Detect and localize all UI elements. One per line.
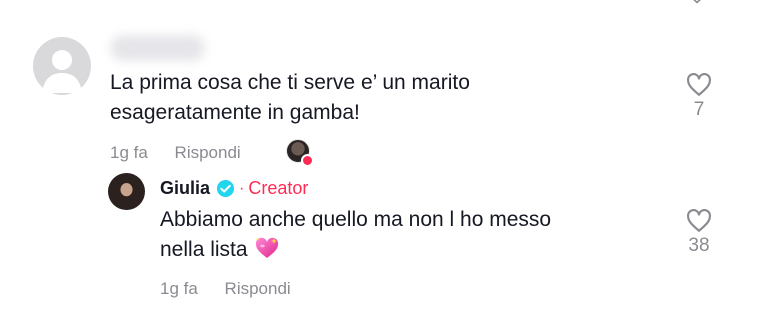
previous-like-icon[interactable] — [686, 0, 708, 4]
reply-text-line-content: nella lista — [160, 238, 248, 261]
reply-text: Abbiamo anche quello ma non l ho messo n… — [160, 205, 640, 265]
sparkling-heart-icon — [256, 237, 279, 258]
blurred-username — [110, 35, 205, 61]
comment-text: La prima cosa che ti serve e’ un marito … — [110, 68, 590, 128]
heart-outline-icon[interactable] — [686, 73, 712, 97]
reply-button[interactable]: Rispondi — [175, 143, 241, 162]
comment-like[interactable]: 7 — [679, 73, 719, 121]
verified-badge-icon — [216, 179, 235, 198]
previous-comment-remnant — [110, 0, 310, 4]
reply-timestamp: 1g fa — [160, 279, 198, 298]
reply-header: Giulia · Creator — [160, 178, 308, 199]
separator-dot: · — [239, 179, 245, 197]
mini-heart-icon — [301, 154, 314, 167]
reply-button[interactable]: Rispondi — [225, 279, 291, 298]
reply-username[interactable]: Giulia — [160, 178, 210, 199]
comment-meta: 1g fa Rispondi — [110, 143, 241, 163]
like-count: 7 — [693, 99, 705, 120]
reply-meta: 1g fa Rispondi — [160, 279, 291, 299]
reply-text-line-2: nella lista — [160, 235, 640, 265]
comment-text-line: esageratamente in gamba! — [110, 101, 360, 124]
creator-badge: Creator — [248, 178, 309, 198]
creator-liked-badge — [286, 139, 314, 167]
default-avatar-icon — [42, 50, 82, 93]
reply-like[interactable]: 38 — [679, 209, 719, 257]
comment-timestamp: 1g fa — [110, 143, 148, 162]
comment-text-line: La prima cosa che ti serve e’ un marito — [110, 71, 470, 94]
like-count: 38 — [688, 235, 710, 256]
reply-text-line: Abbiamo anche quello ma non l ho messo — [160, 208, 552, 231]
heart-outline-icon[interactable] — [686, 209, 712, 233]
commenter-avatar[interactable] — [33, 37, 91, 95]
creator-avatar[interactable] — [108, 173, 145, 210]
